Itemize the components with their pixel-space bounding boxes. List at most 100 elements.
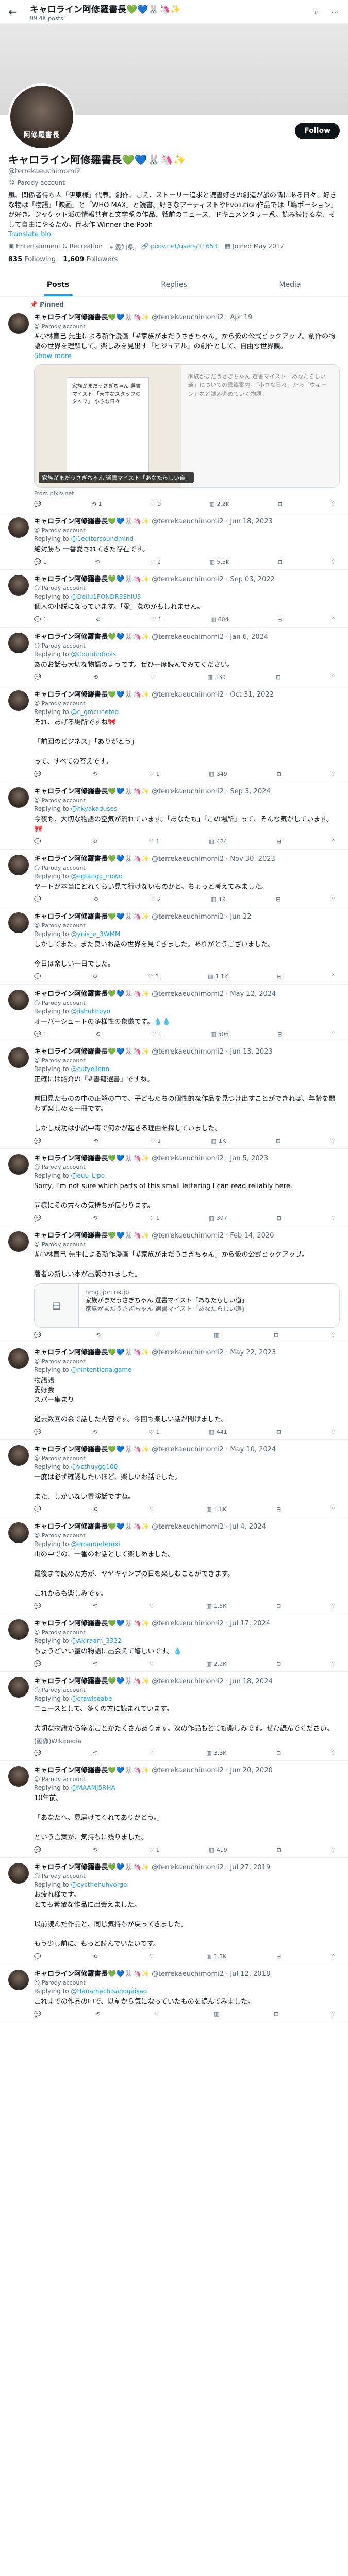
share-action[interactable]: ⇧ xyxy=(331,2011,336,2018)
reply-action[interactable]: 💬 xyxy=(34,501,43,507)
like-action[interactable]: ♡ xyxy=(150,1603,157,1609)
search-icon[interactable]: ⌕ xyxy=(311,6,322,18)
replying-to-user[interactable]: @cycthehuhvorgo xyxy=(71,1881,127,1888)
post-author-name[interactable]: キャロライン阿修羅書長💚💙🐰🦄✨ xyxy=(34,1048,150,1056)
replying-to-user[interactable]: @jishukhoyo xyxy=(71,1008,110,1015)
like-action[interactable]: ♡ 1 xyxy=(149,838,160,845)
replying-to-user[interactable]: @egtangg_nowo xyxy=(71,873,122,880)
bookmark-action[interactable]: ⊟ xyxy=(278,558,283,565)
share-action[interactable]: ⇧ xyxy=(331,501,336,507)
views-action[interactable]: ▥ 506 xyxy=(210,1031,228,1038)
replying-to-user[interactable]: @ynis_e_3WMM xyxy=(71,930,120,938)
post-author-name[interactable]: キャロライン阿修羅書長💚💙🐰🦄✨ xyxy=(34,1523,150,1531)
reply-action[interactable]: 💬 xyxy=(34,771,43,777)
bookmark-action[interactable]: ⊟ xyxy=(276,1138,280,1144)
back-arrow-icon[interactable]: ← xyxy=(7,6,19,18)
bookmark-action[interactable]: ⊟ xyxy=(276,1603,281,1609)
views-action[interactable]: ▥ 349 xyxy=(209,771,227,777)
views-action[interactable]: ▥ 1K xyxy=(211,896,226,903)
like-action[interactable]: ♡ 1 xyxy=(151,1031,162,1038)
views-action[interactable]: ▥ 1.1K xyxy=(208,973,228,980)
repost-action[interactable]: ⟲ xyxy=(95,1332,102,1338)
replying-to-user[interactable]: @euu_Lipo xyxy=(71,1172,105,1179)
profile-avatar[interactable]: 阿修羅書長 xyxy=(8,83,75,150)
post-item[interactable]: キャロライン阿修羅書長💚💙🐰🦄✨ @terrekaeuchimomi2 · Se… xyxy=(0,570,348,628)
post-item[interactable]: キャロライン阿修羅書長💚💙🐰🦄✨ @terrekaeuchimomi2 · Ap… xyxy=(0,308,348,512)
like-action[interactable]: ♡ xyxy=(150,1953,157,1960)
views-action[interactable]: ▥ 2.2K xyxy=(209,501,229,507)
like-action[interactable]: ♡ 1 xyxy=(149,1215,160,1222)
post-avatar[interactable] xyxy=(8,633,29,653)
bookmark-action[interactable]: ⊟ xyxy=(276,674,280,681)
views-action[interactable]: ▥ 397 xyxy=(209,1215,227,1222)
bookmark-action[interactable]: ⊟ xyxy=(276,896,280,903)
repost-action[interactable]: ⟲ xyxy=(95,558,102,565)
post-avatar[interactable] xyxy=(8,1863,29,1884)
repost-action[interactable]: ⟲ xyxy=(93,1953,100,1960)
reply-action[interactable]: 💬 xyxy=(34,1429,43,1435)
post-item[interactable]: キャロライン阿修羅書長💚💙🐰🦄✨ @terrekaeuchimomi2 · Ju… xyxy=(0,1858,348,1964)
post-author-name[interactable]: キャロライン阿修羅書長💚💙🐰🦄✨ xyxy=(34,913,150,921)
reply-action[interactable]: 💬 xyxy=(34,1215,43,1222)
bookmark-action[interactable]: ⊟ xyxy=(277,1031,282,1038)
repost-action[interactable]: ⟲ xyxy=(93,1215,100,1222)
share-action[interactable]: ⇧ xyxy=(331,838,336,845)
share-action[interactable]: ⇧ xyxy=(331,896,336,903)
post-item[interactable]: キャロライン阿修羅書長💚💙🐰🦄✨ @terrekaeuchimomi2 · Ju… xyxy=(0,1517,348,1614)
post-item[interactable]: キャロライン阿修羅書長💚💙🐰🦄✨ @terrekaeuchimomi2 · Ju… xyxy=(0,907,348,985)
post-author-name[interactable]: キャロライン阿修羅書長💚💙🐰🦄✨ xyxy=(34,1446,150,1453)
post-item[interactable]: キャロライン阿修羅書長💚💙🐰🦄✨ @terrekaeuchimomi2 · Oc… xyxy=(0,685,348,782)
views-action[interactable]: ▥ xyxy=(214,2011,221,2018)
reply-action[interactable]: 💬 xyxy=(34,896,43,903)
post-item[interactable]: キャロライン阿修羅書長💚💙🐰🦄✨ @terrekaeuchimomi2 · Ja… xyxy=(0,1149,348,1226)
meta-website-text[interactable]: pixiv.net/users/11653 xyxy=(151,243,218,250)
post-author-name[interactable]: キャロライン阿修羅書長💚💙🐰🦄✨ xyxy=(34,1349,150,1357)
replying-to-user[interactable]: @1editorsoundmind xyxy=(71,535,134,543)
tab-replies[interactable]: Replies xyxy=(116,273,232,296)
like-action[interactable]: ♡ xyxy=(150,1660,157,1667)
post-avatar[interactable] xyxy=(8,990,29,1010)
post-item[interactable]: キャロライン阿修羅書長💚💙🐰🦄✨ @terrekaeuchimomi2 · Ja… xyxy=(0,628,348,685)
reply-action[interactable]: 💬 xyxy=(34,973,43,980)
repost-action[interactable]: ⟲ xyxy=(93,771,100,777)
bookmark-action[interactable]: ⊟ xyxy=(276,1750,281,1756)
views-action[interactable]: ▥ 1.5K xyxy=(206,1603,226,1609)
share-action[interactable]: ⇧ xyxy=(331,1953,336,1960)
post-author-name[interactable]: キャロライン阿修羅書長💚💙🐰🦄✨ xyxy=(34,1863,150,1871)
reply-action[interactable]: 💬 xyxy=(34,1953,43,1960)
like-action[interactable]: ♡ 2 xyxy=(150,558,161,565)
replying-to-user[interactable]: @crawlseabe xyxy=(71,1695,112,1702)
like-action[interactable]: ♡ xyxy=(150,1750,157,1756)
followers-count[interactable]: 1,609 Followers xyxy=(63,256,118,263)
bookmark-action[interactable]: ⊟ xyxy=(276,1660,281,1667)
post-avatar[interactable] xyxy=(8,1677,29,1698)
post-avatar[interactable] xyxy=(8,1970,29,1990)
replying-to-user[interactable]: @Cputdinfopls xyxy=(71,651,116,658)
share-action[interactable]: ⇧ xyxy=(331,771,336,777)
post-author-name[interactable]: キャロライン阿修羅書長💚💙🐰🦄✨ xyxy=(34,633,150,641)
share-action[interactable]: ⇧ xyxy=(331,558,336,565)
post-avatar[interactable] xyxy=(8,1522,29,1543)
post-avatar[interactable] xyxy=(8,1231,29,1252)
post-avatar[interactable] xyxy=(8,1766,29,1787)
post-avatar[interactable] xyxy=(8,787,29,808)
post-item[interactable]: キャロライン阿修羅書長💚💙🐰🦄✨ @terrekaeuchimomi2 · Ju… xyxy=(0,1761,348,1858)
post-avatar[interactable] xyxy=(8,912,29,933)
card-source[interactable]: From pixiv.net xyxy=(34,490,340,497)
post-item[interactable]: キャロライン阿修羅書長💚💙🐰🦄✨ @terrekaeuchimomi2 · Ju… xyxy=(0,1672,348,1761)
replying-to-user[interactable]: @cutyeilenn xyxy=(71,1065,109,1073)
share-action[interactable]: ⇧ xyxy=(331,674,336,681)
post-author-name[interactable]: キャロライン阿修羅書長💚💙🐰🦄✨ xyxy=(34,1767,150,1774)
post-item[interactable]: キャロライン阿修羅書長💚💙🐰🦄✨ @terrekaeuchimomi2 · Ju… xyxy=(0,1614,348,1672)
repost-action[interactable]: ⟲ xyxy=(95,1031,102,1038)
replying-to-user[interactable]: @Akiraam_3322 xyxy=(71,1637,121,1645)
views-action[interactable]: ▥ 5.5K xyxy=(209,558,229,565)
post-author-name[interactable]: キャロライン阿修羅書長💚💙🐰🦄✨ xyxy=(34,1155,150,1162)
replying-to-user[interactable]: @nintentionalgame xyxy=(71,1366,131,1374)
views-action[interactable]: ▥ 1.8K xyxy=(206,1506,226,1513)
reply-action[interactable]: 💬 xyxy=(34,1750,43,1756)
replying-to-user[interactable]: @vcthuygg100 xyxy=(71,1463,118,1470)
bookmark-action[interactable]: ⊟ xyxy=(276,1953,281,1960)
repost-action[interactable]: ⟲ xyxy=(93,1506,100,1513)
bookmark-action[interactable]: ⊟ xyxy=(278,501,283,507)
